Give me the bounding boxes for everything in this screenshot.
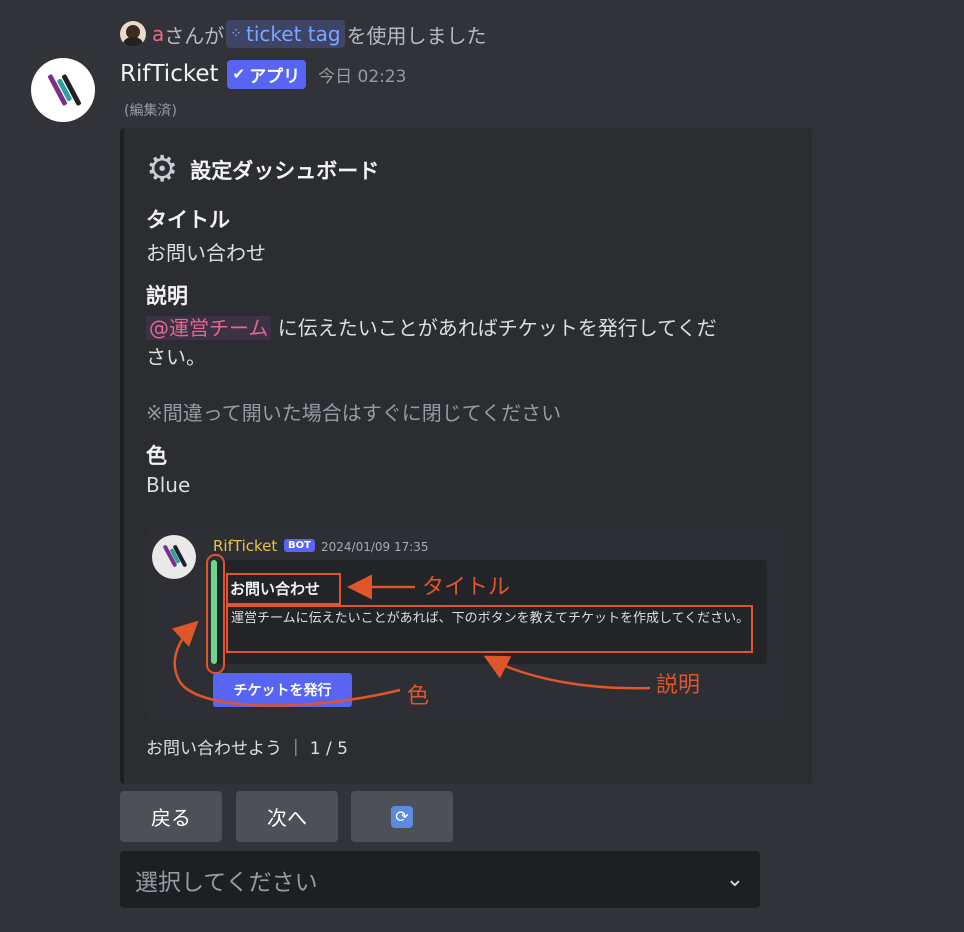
annotation-label-title: タイトル [422,575,511,600]
annotation-label-description: 説明 [656,673,701,698]
check-icon: ✔ [232,65,246,83]
preview-timestamp: 2024/01/09 17:35 [321,540,429,554]
field-desc-value-line1: @運営チーム に伝えたいことがあればチケットを発行してくだ [146,312,717,341]
app-badge-label: アプリ [249,66,301,87]
field-title-value: お問い合わせ [146,241,266,265]
refresh-icon: ⟳ [391,805,413,828]
bot-avatar[interactable] [31,58,95,122]
preview-bot-tag: BOT [284,539,315,552]
preview-bot-avatar [152,535,196,579]
annotation-box-color [206,554,225,674]
field-note: ※間違って開いた場合はすぐに閉じてください [146,401,562,425]
refresh-button[interactable]: ⟳ [351,791,453,842]
command-pill[interactable]: ⁘ ticket tag [226,20,345,48]
gear-icon: ⚙ [146,149,179,190]
field-color-value: Blue [146,473,191,497]
edited-indicator: (編集済) [124,103,177,119]
message-header: RifTicket ✔ アプリ 今日 02:23 [120,58,407,90]
command-usage-text-before: さんが [164,23,225,48]
preview-bot-name: RifTicket [213,537,278,555]
field-desc-name: 説明 [146,284,188,308]
preview-create-ticket-button: チケットを発行 [213,673,352,707]
embed-author-name: 設定ダッシュボード [190,159,380,183]
embed-author: ⚙ 設定ダッシュボード [146,152,379,188]
user-avatar[interactable] [120,21,146,47]
field-desc-value-line2: さい。 [146,345,206,369]
command-usage-line: a さんが ⁘ ticket tag を使用しました [120,18,487,50]
role-mention[interactable]: @運営チーム [146,316,272,340]
back-button[interactable]: 戻る [120,791,222,842]
app-badge: ✔ アプリ [226,59,307,89]
command-usage-text-after: を使用しました [346,23,487,48]
annotation-label-color: 色 [407,684,430,709]
chevron-down-icon: ⌄ [725,867,744,892]
message-timestamp: 今日 02:23 [318,66,407,87]
annotation-box-title [226,573,341,605]
annotation-box-description [226,605,753,653]
field-color-name: 色 [146,444,167,468]
embed-footer: お問い合わせよう ｜ 1 / 5 [146,739,348,759]
bot-name[interactable]: RifTicket [120,61,219,87]
command-user-name[interactable]: a [152,22,164,46]
select-placeholder: 選択してください [135,869,318,896]
apps-grid-icon: ⁘ [230,26,242,42]
command-name: ticket tag [246,22,341,46]
select-menu[interactable]: 選択してください ⌄ [120,851,760,908]
next-button[interactable]: 次へ [236,791,338,842]
field-desc-text: に伝えたいことがあればチケットを発行してくだ [277,316,717,340]
field-title-name: タイトル [146,208,230,232]
